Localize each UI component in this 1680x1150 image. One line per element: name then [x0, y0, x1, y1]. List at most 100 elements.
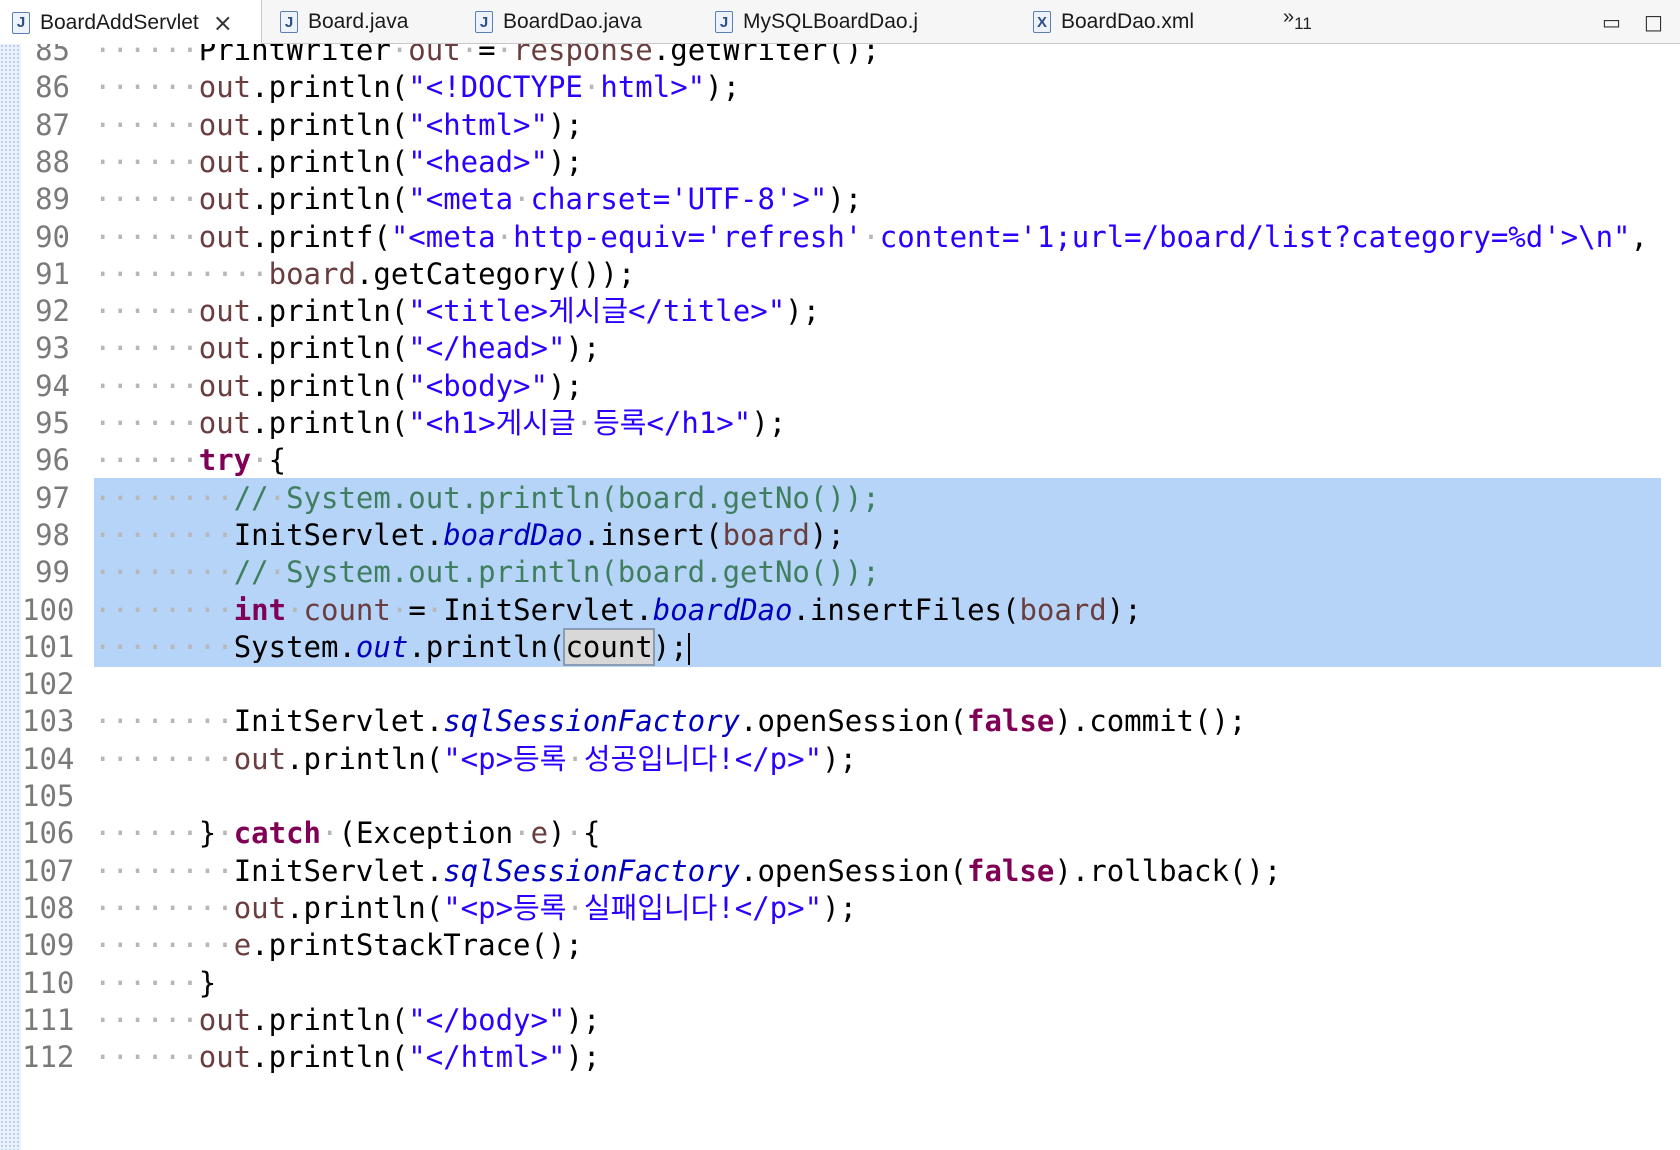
- token: ·: [286, 592, 304, 627]
- code-line[interactable]: 91 ··········board.getCategory());: [0, 254, 1680, 294]
- code-line[interactable]: 98 ········InitServlet.boardDao.insert(bo…: [0, 514, 1680, 555]
- token-var: count: [303, 592, 391, 627]
- code-line[interactable]: 85 ······PrintWriter·out·=·response.getWr…: [0, 44, 1680, 70]
- whitespace-marker: ········: [94, 592, 234, 627]
- code-line[interactable]: 89 ······out.println("<meta·charset='UTF-…: [0, 179, 1680, 219]
- token: ·(Exception·: [321, 816, 531, 851]
- code-line[interactable]: 100 ········int·count·=·InitServlet.board…: [0, 589, 1680, 630]
- code-text: ······out.println("<meta·charset='UTF-8'…: [94, 179, 862, 219]
- line-number: 97: [35, 480, 70, 515]
- token: .println(: [251, 1040, 409, 1075]
- token-var: out: [198, 1002, 252, 1037]
- line-number: 89: [35, 182, 70, 217]
- code-line[interactable]: 90 ······out.printf("<meta·http-equiv='re…: [0, 217, 1680, 257]
- whitespace-marker: ········: [94, 741, 234, 776]
- code-text: ······}·catch·(Exception·e)·{: [94, 813, 600, 853]
- code-line[interactable]: 110 ······}: [0, 963, 1680, 1003]
- tab-label: BoardDao.xml: [1061, 10, 1195, 33]
- token-str: "<p>등록·실패입니다!</p>": [443, 890, 823, 925]
- token: .println(: [251, 368, 409, 403]
- tab-overflow-button[interactable]: »11: [1283, 6, 1312, 34]
- token: .insertFiles(: [792, 592, 1020, 627]
- tab-boarddao-xml[interactable]: X BoardDao.xml: [1033, 0, 1194, 44]
- token: .getWriter();: [652, 44, 880, 67]
- token-str: "<p>등록·성공입니다!</p>": [443, 741, 823, 776]
- code-text: ······out.printf("<meta·http-equiv='refr…: [94, 217, 1648, 257]
- token-field: sqlSessionFactory: [443, 704, 741, 739]
- code-text: ······try·{: [94, 440, 286, 480]
- code-text: ········//·System.out.println(board.getN…: [94, 552, 880, 592]
- token: .printStackTrace();: [251, 928, 583, 963]
- tab-boarddao-java[interactable]: J BoardDao.java: [475, 0, 642, 44]
- whitespace-marker: ······: [94, 965, 199, 1000]
- token-var: out: [198, 219, 252, 254]
- code-text: ········out.println("<p>등록·실패입니다!</p>");: [94, 888, 857, 928]
- code-text: ········InitServlet.sqlSessionFactory.op…: [94, 701, 1246, 741]
- whitespace-marker: ······: [94, 294, 199, 329]
- token-var: out: [198, 406, 252, 440]
- code-text: ······out.println("</html>");: [94, 1037, 600, 1077]
- whitespace-marker: ········: [94, 517, 234, 552]
- whitespace-marker: ········: [94, 704, 234, 739]
- code-text: ········InitServlet.sqlSessionFactory.op…: [94, 851, 1281, 891]
- close-icon[interactable]: ×: [213, 11, 233, 35]
- code-line[interactable]: 107 ········InitServlet.sqlSessionFactory…: [0, 851, 1680, 891]
- code-text: ········out.println("<p>등록·성공입니다!</p>");: [94, 739, 857, 779]
- maximize-icon[interactable]: □: [1644, 10, 1663, 34]
- code-line[interactable]: 112 ······out.println("</html>");: [0, 1037, 1680, 1077]
- code-line[interactable]: 102: [0, 664, 1680, 704]
- token: .openSession(: [740, 704, 967, 739]
- whitespace-marker: ······: [94, 70, 199, 105]
- code-line[interactable]: 88 ······out.println("<head>");: [0, 142, 1680, 182]
- token-kw: catch: [233, 816, 322, 851]
- editor-tab-bar: J BoardAddServlet × J Board.java J Board…: [0, 0, 1680, 45]
- code-text: ······out.println("<body>");: [94, 366, 583, 406]
- code-line[interactable]: 99 ········//·System.out.println(board.ge…: [0, 552, 1680, 593]
- token-var: out: [198, 144, 252, 179]
- token: );: [565, 1040, 601, 1075]
- code-line[interactable]: 108 ········out.println("<p>등록·실패입니다!</p>…: [0, 888, 1680, 928]
- code-line[interactable]: 104 ········out.println("<p>등록·성공입니다!</p>…: [0, 739, 1680, 779]
- java-file-icon: J: [280, 11, 298, 33]
- code-text: ······out.println("</head>");: [94, 328, 600, 368]
- token: .println(: [286, 741, 444, 776]
- tab-board-java[interactable]: J Board.java: [280, 0, 408, 44]
- code-line[interactable]: 101 ········System.out.println(count);: [0, 626, 1680, 667]
- code-line[interactable]: 92 ······out.println("<title>게시글</title>"…: [0, 291, 1680, 331]
- tab-boardaddservlet[interactable]: J BoardAddServlet ×: [0, 0, 262, 45]
- code-line[interactable]: 95 ······out.println("<h1>게시글·등록</h1>");: [0, 403, 1680, 443]
- token-var: out: [198, 368, 252, 403]
- code-line[interactable]: 94 ······out.println("<body>");: [0, 366, 1680, 406]
- code-line[interactable]: 105: [0, 776, 1680, 816]
- line-number: 110: [22, 965, 75, 1000]
- whitespace-marker: ········: [94, 555, 234, 590]
- code-line[interactable]: 93 ······out.println("</head>");: [0, 328, 1680, 368]
- code-line[interactable]: 96 ······try·{: [0, 440, 1680, 480]
- whitespace-marker: ······: [94, 443, 199, 478]
- code-line[interactable]: 111 ······out.println("</body>");: [0, 1000, 1680, 1040]
- token: );: [785, 294, 821, 329]
- token-var: out: [233, 890, 287, 925]
- code-line[interactable]: 87 ······out.println("<html>");: [0, 105, 1680, 145]
- token: )·{: [548, 816, 601, 851]
- token: );: [652, 629, 688, 664]
- code-line[interactable]: 106 ······}·catch·(Exception·e)·{: [0, 813, 1680, 853]
- token-var: response: [513, 44, 653, 67]
- line-number: 102: [22, 667, 75, 702]
- whitespace-marker: ······: [94, 331, 199, 366]
- code-line[interactable]: 109 ········e.printStackTrace();: [0, 925, 1680, 965]
- code-line[interactable]: 97 ········//·System.out.println(board.ge…: [0, 477, 1680, 518]
- token-var: out: [198, 1040, 252, 1075]
- line-number: 98: [35, 517, 70, 552]
- token: ·=·: [460, 44, 514, 67]
- token: );: [809, 517, 845, 552]
- overflow-count: 11: [1294, 14, 1312, 33]
- minimize-icon[interactable]: ▭: [1602, 10, 1621, 34]
- token: ·{: [251, 443, 287, 478]
- code-text: ······PrintWriter·out·=·response.getWrit…: [94, 44, 880, 70]
- code-line[interactable]: 103 ········InitServlet.sqlSessionFactory…: [0, 701, 1680, 741]
- code-editor[interactable]: 85 ······PrintWriter·out·=·response.getWr…: [0, 44, 1680, 1150]
- code-line[interactable]: 86 ······out.println("<!DOCTYPE·html>");: [0, 67, 1680, 107]
- line-number: 105: [22, 779, 75, 813]
- tab-mysqlboarddao[interactable]: J MySQLBoardDao.j: [715, 0, 918, 44]
